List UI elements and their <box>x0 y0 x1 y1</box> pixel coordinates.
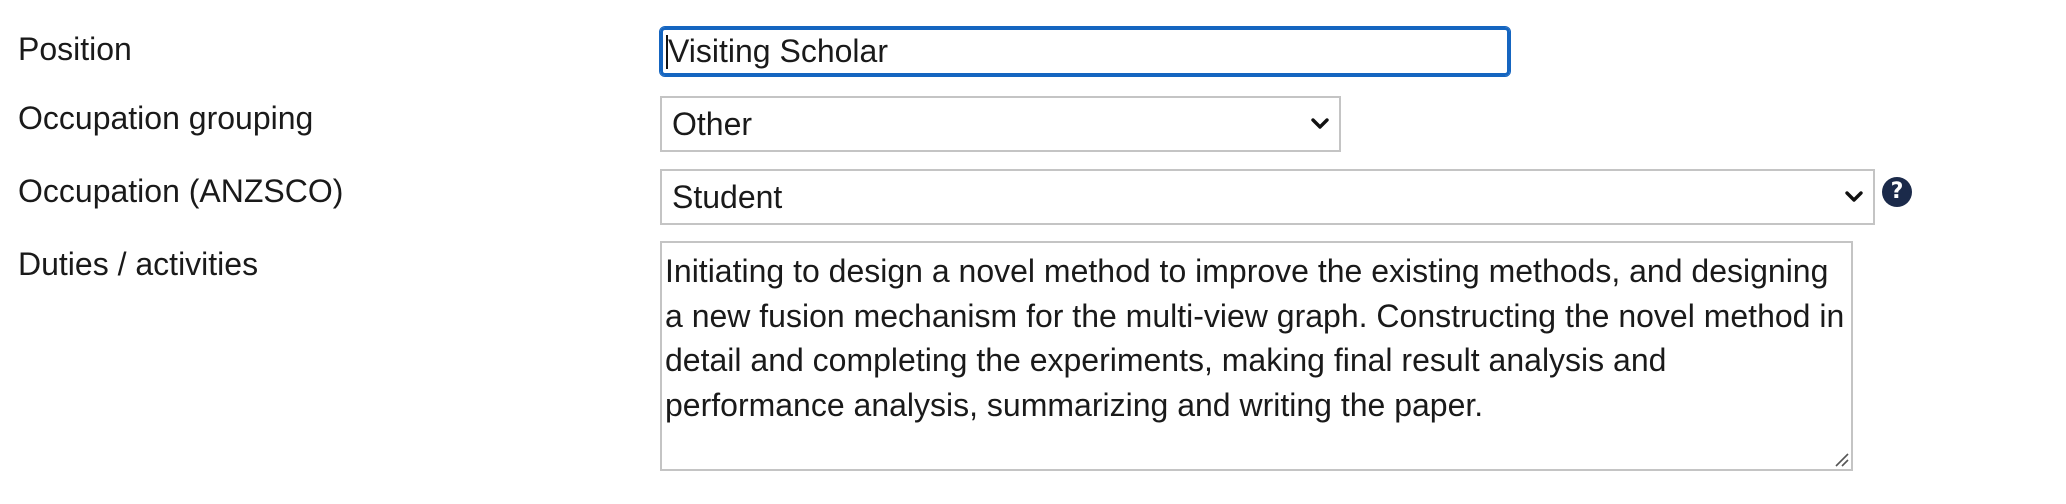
occupation-anzsco-label: Occupation (ANZSCO) <box>18 173 344 209</box>
position-input-value: Visiting Scholar <box>668 33 888 69</box>
occupation-anzsco-select[interactable]: Student <box>660 169 1875 225</box>
occupation-grouping-selected-value: Other <box>672 106 753 142</box>
duties-activities-textarea[interactable]: Initiating to design a novel method to i… <box>660 241 1853 471</box>
position-label: Position <box>18 31 132 67</box>
duties-activities-label: Duties / activities <box>18 246 259 282</box>
duties-activities-text: Initiating to design a novel method to i… <box>665 253 1845 423</box>
chevron-down-icon <box>1845 191 1863 202</box>
question-circle-icon[interactable]: ? <box>1882 177 1912 207</box>
resize-grip-icon[interactable] <box>1833 451 1849 467</box>
position-input[interactable]: Visiting Scholar <box>659 26 1511 77</box>
chevron-down-icon <box>1311 118 1329 129</box>
occupation-anzsco-selected-value: Student <box>672 179 783 215</box>
occupation-grouping-select[interactable]: Other <box>660 96 1341 152</box>
occupation-grouping-label: Occupation grouping <box>18 100 314 136</box>
